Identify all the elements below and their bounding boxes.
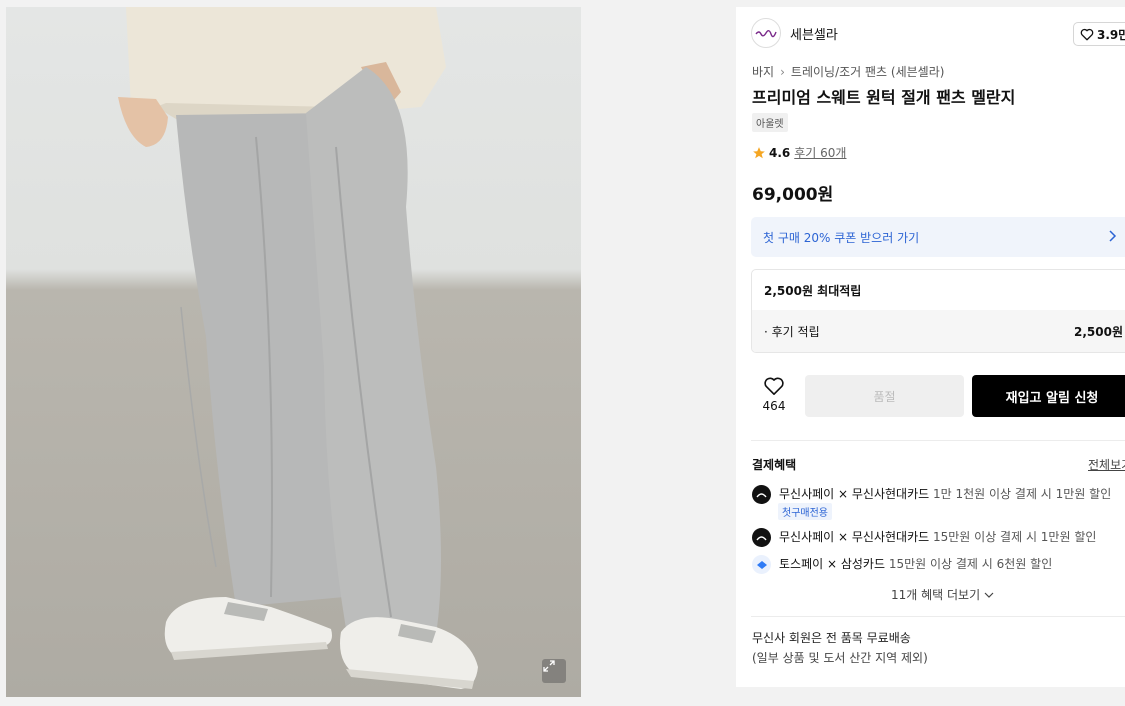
star-icon — [753, 146, 765, 158]
musinsa-pay-icon — [752, 485, 771, 504]
musinsa-pay-icon — [752, 528, 771, 547]
product-photo-illustration — [118, 7, 478, 689]
first-purchase-coupon-banner[interactable]: 첫 구매 20% 쿠폰 받으러 가기 — [751, 217, 1125, 257]
benefit-item[interactable]: 무신사페이 × 무신사현대카드 15만원 이상 결제 시 1만원 할인 — [752, 528, 1096, 547]
product-image — [6, 7, 581, 697]
benefit-item[interactable]: 무신사페이 × 무신사현대카드 1만 1천원 이상 결제 시 1만원 할인 — [752, 485, 1111, 504]
more-benefits-button[interactable]: 11개 혜택 더보기 — [891, 586, 994, 603]
product-title: 프리미엄 스웨트 원턱 절개 팬츠 멜란지 — [752, 88, 1016, 107]
view-all-link[interactable]: 전체보기 — [1088, 456, 1125, 473]
soldout-button[interactable]: 품절 — [805, 375, 964, 417]
expand-icon — [543, 660, 555, 672]
heart-icon — [1080, 28, 1094, 40]
first-purchase-only-badge: 첫구매전용 — [778, 503, 832, 520]
outlet-tag: 아울렛 — [752, 113, 788, 132]
brand-logo[interactable] — [751, 18, 781, 48]
breadcrumb-item-subcategory[interactable]: 트레이닝/조거 팬츠 (세븐셀라) — [791, 63, 945, 80]
chevron-right-icon — [1109, 230, 1117, 242]
points-title: 2,500원 최대적립 — [764, 283, 862, 298]
expand-image-button[interactable] — [542, 659, 566, 683]
points-row-label: · 후기 적립 — [764, 324, 820, 339]
brand-like-count: 3.9만 — [1097, 27, 1125, 42]
wishlist-button[interactable]: 464 — [752, 376, 796, 420]
rating-row: 4.6 후기 60개 — [752, 144, 846, 161]
free-shipping-text: 무신사 회원은 전 품목 무료배송 — [752, 631, 911, 645]
heart-icon — [764, 377, 784, 395]
chevron-right-icon: › — [780, 64, 785, 79]
restock-alert-button[interactable]: 재입고 알림 신청 — [972, 375, 1125, 417]
brand-logo-icon — [755, 30, 777, 38]
breadcrumb-item-category[interactable]: 바지 — [752, 63, 774, 80]
chevron-down-icon — [984, 592, 994, 598]
toss-pay-icon — [752, 555, 771, 574]
product-price: 69,000원 — [752, 185, 834, 205]
points-row-value: 2,500원 — [1074, 324, 1123, 339]
points-review-row: · 후기 적립 2,500원 — [752, 310, 1125, 352]
brand-like-button[interactable]: 3.9만 — [1073, 22, 1125, 46]
more-benefits-label: 11개 혜택 더보기 — [891, 588, 981, 602]
rating-score: 4.6 — [769, 145, 791, 160]
brand-name[interactable]: 세븐셀라 — [790, 24, 838, 43]
wishlist-count: 464 — [762, 399, 786, 413]
benefit-item[interactable]: 토스페이 × 삼성카드 15만원 이상 결제 시 6천원 할인 — [752, 555, 1052, 574]
divider — [751, 616, 1125, 617]
reviews-link[interactable]: 후기 60개 — [794, 144, 846, 161]
coupon-text: 첫 구매 20% 쿠폰 받으러 가기 — [763, 230, 920, 245]
breadcrumb: 바지 › 트레이닝/조거 팬츠 (세븐셀라) — [752, 63, 944, 80]
product-info-panel: 세븐셀라 3.9만 바지 › 트레이닝/조거 팬츠 (세븐셀라) 프리미엄 스웨… — [736, 7, 1125, 687]
shipping-exception-text: (일부 상품 및 도서 산간 지역 제외) — [752, 651, 928, 665]
payment-benefits-title: 결제혜택 — [752, 458, 797, 472]
brand-row[interactable]: 세븐셀라 — [751, 18, 838, 48]
divider — [751, 440, 1125, 441]
points-box: 2,500원 최대적립 · 후기 적립 2,500원 — [751, 269, 1125, 353]
